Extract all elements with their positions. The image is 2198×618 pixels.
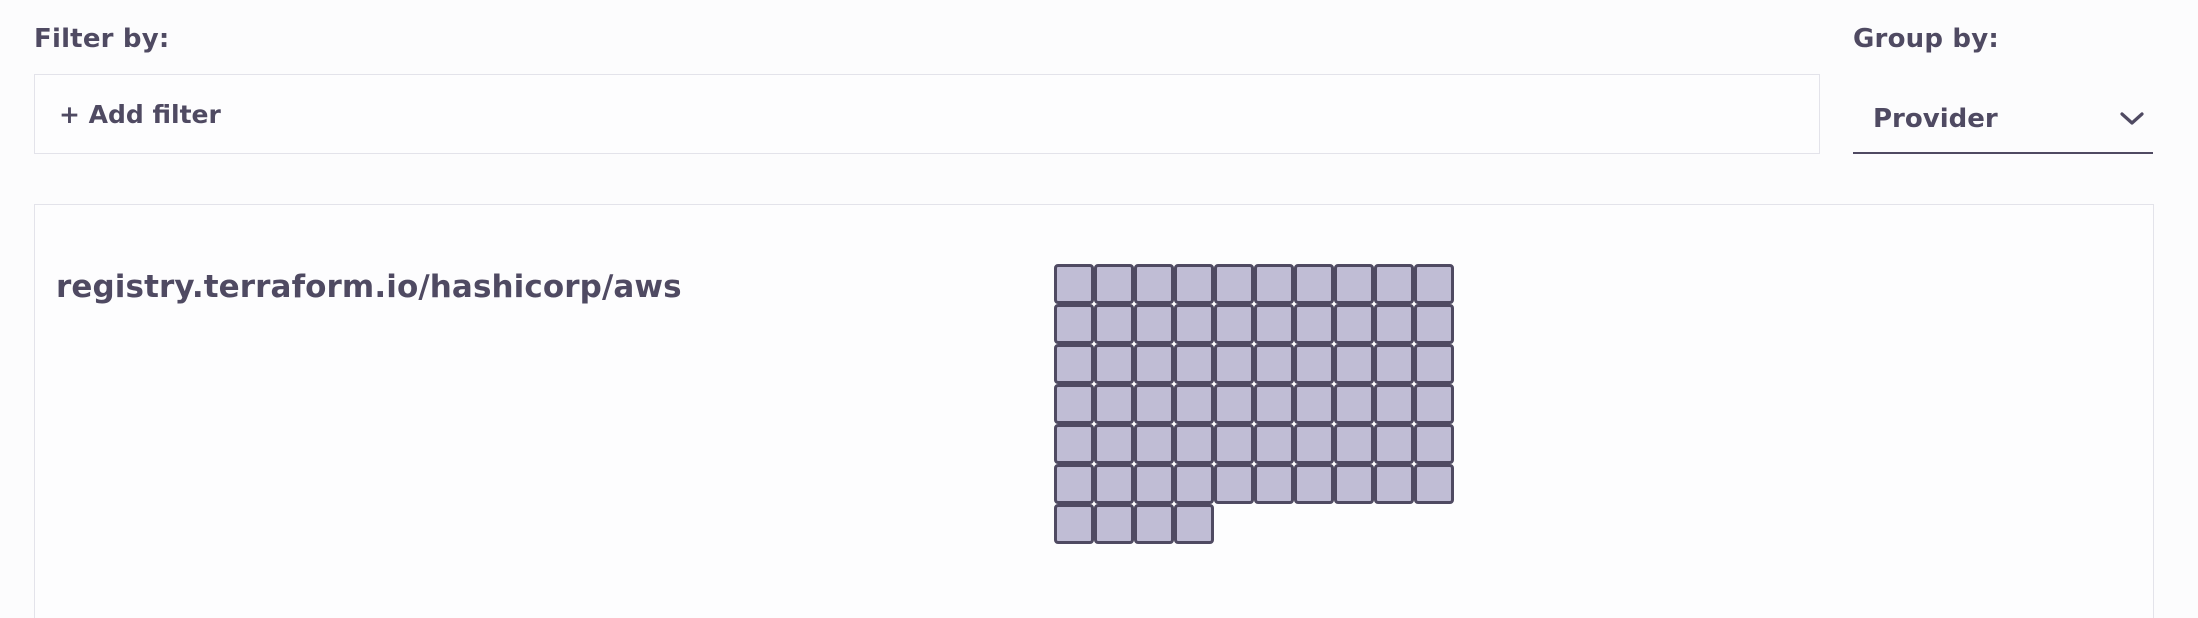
resource-cell[interactable]	[1094, 344, 1134, 384]
resource-grid	[1054, 264, 1454, 544]
resource-cell[interactable]	[1294, 304, 1334, 344]
resource-cell[interactable]	[1254, 264, 1294, 304]
resource-cell[interactable]	[1294, 424, 1334, 464]
resource-cell[interactable]	[1214, 464, 1254, 504]
resource-cell[interactable]	[1414, 264, 1454, 304]
resource-cell[interactable]	[1374, 344, 1414, 384]
resource-cell[interactable]	[1254, 304, 1294, 344]
resource-cell[interactable]	[1054, 384, 1094, 424]
resource-cell[interactable]	[1054, 504, 1094, 544]
resource-cell[interactable]	[1414, 424, 1454, 464]
resource-cell[interactable]	[1414, 384, 1454, 424]
resource-cell[interactable]	[1254, 424, 1294, 464]
page: Filter by: + Add filter Group by: Provid…	[0, 0, 2198, 618]
resource-cell[interactable]	[1334, 304, 1374, 344]
resource-cell[interactable]	[1214, 424, 1254, 464]
resource-cell[interactable]	[1054, 344, 1094, 384]
resource-cell[interactable]	[1374, 304, 1414, 344]
resource-cell[interactable]	[1094, 304, 1134, 344]
resource-cell[interactable]	[1334, 384, 1374, 424]
resource-cell[interactable]	[1054, 304, 1094, 344]
resource-cell[interactable]	[1134, 384, 1174, 424]
resource-cell[interactable]	[1094, 384, 1134, 424]
resource-cell[interactable]	[1134, 344, 1174, 384]
resource-cell[interactable]	[1134, 504, 1174, 544]
resource-cell[interactable]	[1374, 424, 1414, 464]
resource-cell[interactable]	[1334, 424, 1374, 464]
provider-name: registry.terraform.io/hashicorp/aws	[56, 269, 682, 305]
resource-cell[interactable]	[1214, 384, 1254, 424]
resource-cell[interactable]	[1294, 384, 1334, 424]
resource-cell[interactable]	[1414, 344, 1454, 384]
resource-cell[interactable]	[1054, 424, 1094, 464]
provider-group-panel: registry.terraform.io/hashicorp/aws	[34, 204, 2154, 618]
resource-cell[interactable]	[1334, 264, 1374, 304]
resource-cell[interactable]	[1094, 504, 1134, 544]
resource-cell[interactable]	[1174, 264, 1214, 304]
filter-by-label: Filter by:	[34, 24, 170, 54]
resource-cell[interactable]	[1214, 304, 1254, 344]
resource-cell[interactable]	[1214, 264, 1254, 304]
resource-cell[interactable]	[1174, 424, 1214, 464]
resource-cell[interactable]	[1054, 464, 1094, 504]
resource-cell[interactable]	[1214, 344, 1254, 384]
resource-cell[interactable]	[1374, 464, 1414, 504]
chevron-down-icon	[2117, 104, 2147, 134]
resource-cell[interactable]	[1374, 264, 1414, 304]
resource-cell[interactable]	[1094, 424, 1134, 464]
add-filter-input[interactable]: + Add filter	[34, 74, 1820, 154]
resource-cell[interactable]	[1254, 344, 1294, 384]
resource-cell[interactable]	[1414, 304, 1454, 344]
resource-cell[interactable]	[1134, 424, 1174, 464]
resource-cell[interactable]	[1134, 304, 1174, 344]
group-by-selected-value: Provider	[1873, 104, 1998, 134]
resource-cell[interactable]	[1254, 464, 1294, 504]
resource-cell[interactable]	[1294, 264, 1334, 304]
resource-cell[interactable]	[1094, 464, 1134, 504]
resource-cell[interactable]	[1094, 264, 1134, 304]
add-filter-button[interactable]: + Add filter	[59, 100, 221, 129]
resource-cell[interactable]	[1294, 344, 1334, 384]
resource-cell[interactable]	[1174, 504, 1214, 544]
resource-cell[interactable]	[1174, 304, 1214, 344]
resource-cell[interactable]	[1294, 464, 1334, 504]
resource-cell[interactable]	[1174, 344, 1214, 384]
group-by-select[interactable]: Provider	[1853, 86, 2153, 154]
group-by-label: Group by:	[1853, 24, 1999, 54]
resource-cell[interactable]	[1374, 384, 1414, 424]
resource-cell[interactable]	[1334, 464, 1374, 504]
resource-cell[interactable]	[1174, 384, 1214, 424]
resource-cell[interactable]	[1134, 464, 1174, 504]
resource-cell[interactable]	[1174, 464, 1214, 504]
resource-cell[interactable]	[1054, 264, 1094, 304]
resource-cell[interactable]	[1414, 464, 1454, 504]
resource-cell[interactable]	[1134, 264, 1174, 304]
resource-cell[interactable]	[1334, 344, 1374, 384]
resource-cell[interactable]	[1254, 384, 1294, 424]
